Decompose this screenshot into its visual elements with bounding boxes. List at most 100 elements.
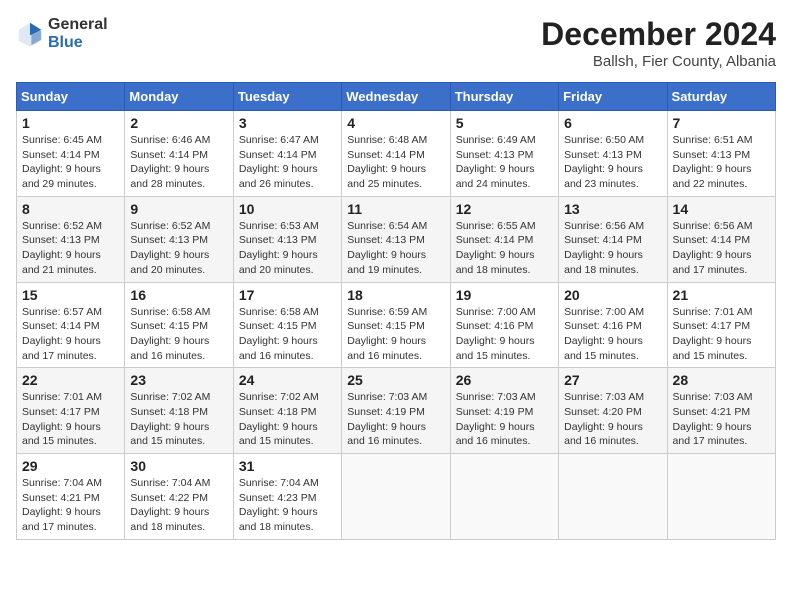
calendar-cell: 21 Sunrise: 7:01 AMSunset: 4:17 PMDaylig… [667, 282, 775, 368]
day-number: 17 [239, 287, 336, 303]
calendar-cell: 16 Sunrise: 6:58 AMSunset: 4:15 PMDaylig… [125, 282, 233, 368]
day-number: 15 [22, 287, 119, 303]
calendar-cell: 22 Sunrise: 7:01 AMSunset: 4:17 PMDaylig… [17, 368, 125, 454]
calendar-cell: 20 Sunrise: 7:00 AMSunset: 4:16 PMDaylig… [559, 282, 667, 368]
day-number: 19 [456, 287, 553, 303]
logo-blue: Blue [48, 34, 108, 52]
calendar-week-0: 1 Sunrise: 6:45 AMSunset: 4:14 PMDayligh… [17, 111, 776, 197]
calendar-cell: 23 Sunrise: 7:02 AMSunset: 4:18 PMDaylig… [125, 368, 233, 454]
day-detail: Sunrise: 6:56 AMSunset: 4:14 PMDaylight:… [673, 220, 753, 276]
calendar-week-1: 8 Sunrise: 6:52 AMSunset: 4:13 PMDayligh… [17, 196, 776, 282]
day-number: 1 [22, 115, 119, 131]
day-detail: Sunrise: 7:03 AMSunset: 4:19 PMDaylight:… [347, 391, 427, 447]
header: General Blue December 2024 Ballsh, Fier … [16, 16, 776, 70]
calendar-table: SundayMondayTuesdayWednesdayThursdayFrid… [16, 82, 776, 540]
calendar-cell: 2 Sunrise: 6:46 AMSunset: 4:14 PMDayligh… [125, 111, 233, 197]
day-number: 25 [347, 372, 444, 388]
calendar-cell: 6 Sunrise: 6:50 AMSunset: 4:13 PMDayligh… [559, 111, 667, 197]
day-number: 30 [130, 458, 227, 474]
weekday-saturday: Saturday [667, 83, 775, 111]
calendar-week-3: 22 Sunrise: 7:01 AMSunset: 4:17 PMDaylig… [17, 368, 776, 454]
calendar-cell: 12 Sunrise: 6:55 AMSunset: 4:14 PMDaylig… [450, 196, 558, 282]
calendar-cell [667, 454, 775, 540]
day-detail: Sunrise: 6:48 AMSunset: 4:14 PMDaylight:… [347, 134, 427, 190]
day-detail: Sunrise: 7:03 AMSunset: 4:19 PMDaylight:… [456, 391, 536, 447]
day-detail: Sunrise: 6:58 AMSunset: 4:15 PMDaylight:… [239, 306, 319, 362]
day-detail: Sunrise: 6:52 AMSunset: 4:13 PMDaylight:… [130, 220, 210, 276]
day-detail: Sunrise: 7:02 AMSunset: 4:18 PMDaylight:… [130, 391, 210, 447]
calendar-cell [450, 454, 558, 540]
day-detail: Sunrise: 7:01 AMSunset: 4:17 PMDaylight:… [673, 306, 753, 362]
day-detail: Sunrise: 7:04 AMSunset: 4:22 PMDaylight:… [130, 477, 210, 533]
calendar-cell: 15 Sunrise: 6:57 AMSunset: 4:14 PMDaylig… [17, 282, 125, 368]
calendar-cell: 31 Sunrise: 7:04 AMSunset: 4:23 PMDaylig… [233, 454, 341, 540]
day-detail: Sunrise: 6:50 AMSunset: 4:13 PMDaylight:… [564, 134, 644, 190]
calendar-cell: 30 Sunrise: 7:04 AMSunset: 4:22 PMDaylig… [125, 454, 233, 540]
day-number: 5 [456, 115, 553, 131]
day-number: 14 [673, 201, 770, 217]
calendar-cell [559, 454, 667, 540]
calendar-cell: 26 Sunrise: 7:03 AMSunset: 4:19 PMDaylig… [450, 368, 558, 454]
logo: General Blue [16, 16, 108, 51]
day-number: 22 [22, 372, 119, 388]
location-subtitle: Ballsh, Fier County, Albania [541, 53, 776, 70]
day-detail: Sunrise: 7:00 AMSunset: 4:16 PMDaylight:… [456, 306, 536, 362]
weekday-tuesday: Tuesday [233, 83, 341, 111]
weekday-friday: Friday [559, 83, 667, 111]
day-number: 13 [564, 201, 661, 217]
day-detail: Sunrise: 6:57 AMSunset: 4:14 PMDaylight:… [22, 306, 102, 362]
weekday-sunday: Sunday [17, 83, 125, 111]
day-number: 3 [239, 115, 336, 131]
day-detail: Sunrise: 6:54 AMSunset: 4:13 PMDaylight:… [347, 220, 427, 276]
calendar-cell: 1 Sunrise: 6:45 AMSunset: 4:14 PMDayligh… [17, 111, 125, 197]
day-detail: Sunrise: 7:04 AMSunset: 4:23 PMDaylight:… [239, 477, 319, 533]
weekday-thursday: Thursday [450, 83, 558, 111]
day-detail: Sunrise: 6:58 AMSunset: 4:15 PMDaylight:… [130, 306, 210, 362]
day-detail: Sunrise: 7:03 AMSunset: 4:20 PMDaylight:… [564, 391, 644, 447]
day-number: 24 [239, 372, 336, 388]
day-detail: Sunrise: 6:47 AMSunset: 4:14 PMDaylight:… [239, 134, 319, 190]
day-number: 26 [456, 372, 553, 388]
calendar-cell: 14 Sunrise: 6:56 AMSunset: 4:14 PMDaylig… [667, 196, 775, 282]
day-number: 2 [130, 115, 227, 131]
day-detail: Sunrise: 6:52 AMSunset: 4:13 PMDaylight:… [22, 220, 102, 276]
calendar-cell: 7 Sunrise: 6:51 AMSunset: 4:13 PMDayligh… [667, 111, 775, 197]
calendar-cell: 11 Sunrise: 6:54 AMSunset: 4:13 PMDaylig… [342, 196, 450, 282]
weekday-wednesday: Wednesday [342, 83, 450, 111]
day-number: 10 [239, 201, 336, 217]
day-number: 18 [347, 287, 444, 303]
day-detail: Sunrise: 6:45 AMSunset: 4:14 PMDaylight:… [22, 134, 102, 190]
calendar-body: 1 Sunrise: 6:45 AMSunset: 4:14 PMDayligh… [17, 111, 776, 540]
calendar-cell: 19 Sunrise: 7:00 AMSunset: 4:16 PMDaylig… [450, 282, 558, 368]
calendar-cell: 27 Sunrise: 7:03 AMSunset: 4:20 PMDaylig… [559, 368, 667, 454]
day-number: 20 [564, 287, 661, 303]
weekday-monday: Monday [125, 83, 233, 111]
title-area: December 2024 Ballsh, Fier County, Alban… [541, 16, 776, 70]
day-number: 27 [564, 372, 661, 388]
day-number: 31 [239, 458, 336, 474]
day-number: 6 [564, 115, 661, 131]
calendar-cell: 25 Sunrise: 7:03 AMSunset: 4:19 PMDaylig… [342, 368, 450, 454]
calendar-cell: 28 Sunrise: 7:03 AMSunset: 4:21 PMDaylig… [667, 368, 775, 454]
day-detail: Sunrise: 7:04 AMSunset: 4:21 PMDaylight:… [22, 477, 102, 533]
day-number: 29 [22, 458, 119, 474]
day-number: 16 [130, 287, 227, 303]
day-number: 4 [347, 115, 444, 131]
calendar-cell: 24 Sunrise: 7:02 AMSunset: 4:18 PMDaylig… [233, 368, 341, 454]
day-number: 28 [673, 372, 770, 388]
month-title: December 2024 [541, 16, 776, 53]
day-detail: Sunrise: 6:53 AMSunset: 4:13 PMDaylight:… [239, 220, 319, 276]
day-detail: Sunrise: 7:00 AMSunset: 4:16 PMDaylight:… [564, 306, 644, 362]
calendar-cell [342, 454, 450, 540]
calendar-cell: 4 Sunrise: 6:48 AMSunset: 4:14 PMDayligh… [342, 111, 450, 197]
day-number: 7 [673, 115, 770, 131]
day-detail: Sunrise: 7:02 AMSunset: 4:18 PMDaylight:… [239, 391, 319, 447]
day-number: 23 [130, 372, 227, 388]
calendar-cell: 29 Sunrise: 7:04 AMSunset: 4:21 PMDaylig… [17, 454, 125, 540]
day-number: 21 [673, 287, 770, 303]
calendar-week-2: 15 Sunrise: 6:57 AMSunset: 4:14 PMDaylig… [17, 282, 776, 368]
calendar-cell: 10 Sunrise: 6:53 AMSunset: 4:13 PMDaylig… [233, 196, 341, 282]
calendar-week-4: 29 Sunrise: 7:04 AMSunset: 4:21 PMDaylig… [17, 454, 776, 540]
logo-general: General [48, 16, 108, 34]
day-detail: Sunrise: 7:01 AMSunset: 4:17 PMDaylight:… [22, 391, 102, 447]
